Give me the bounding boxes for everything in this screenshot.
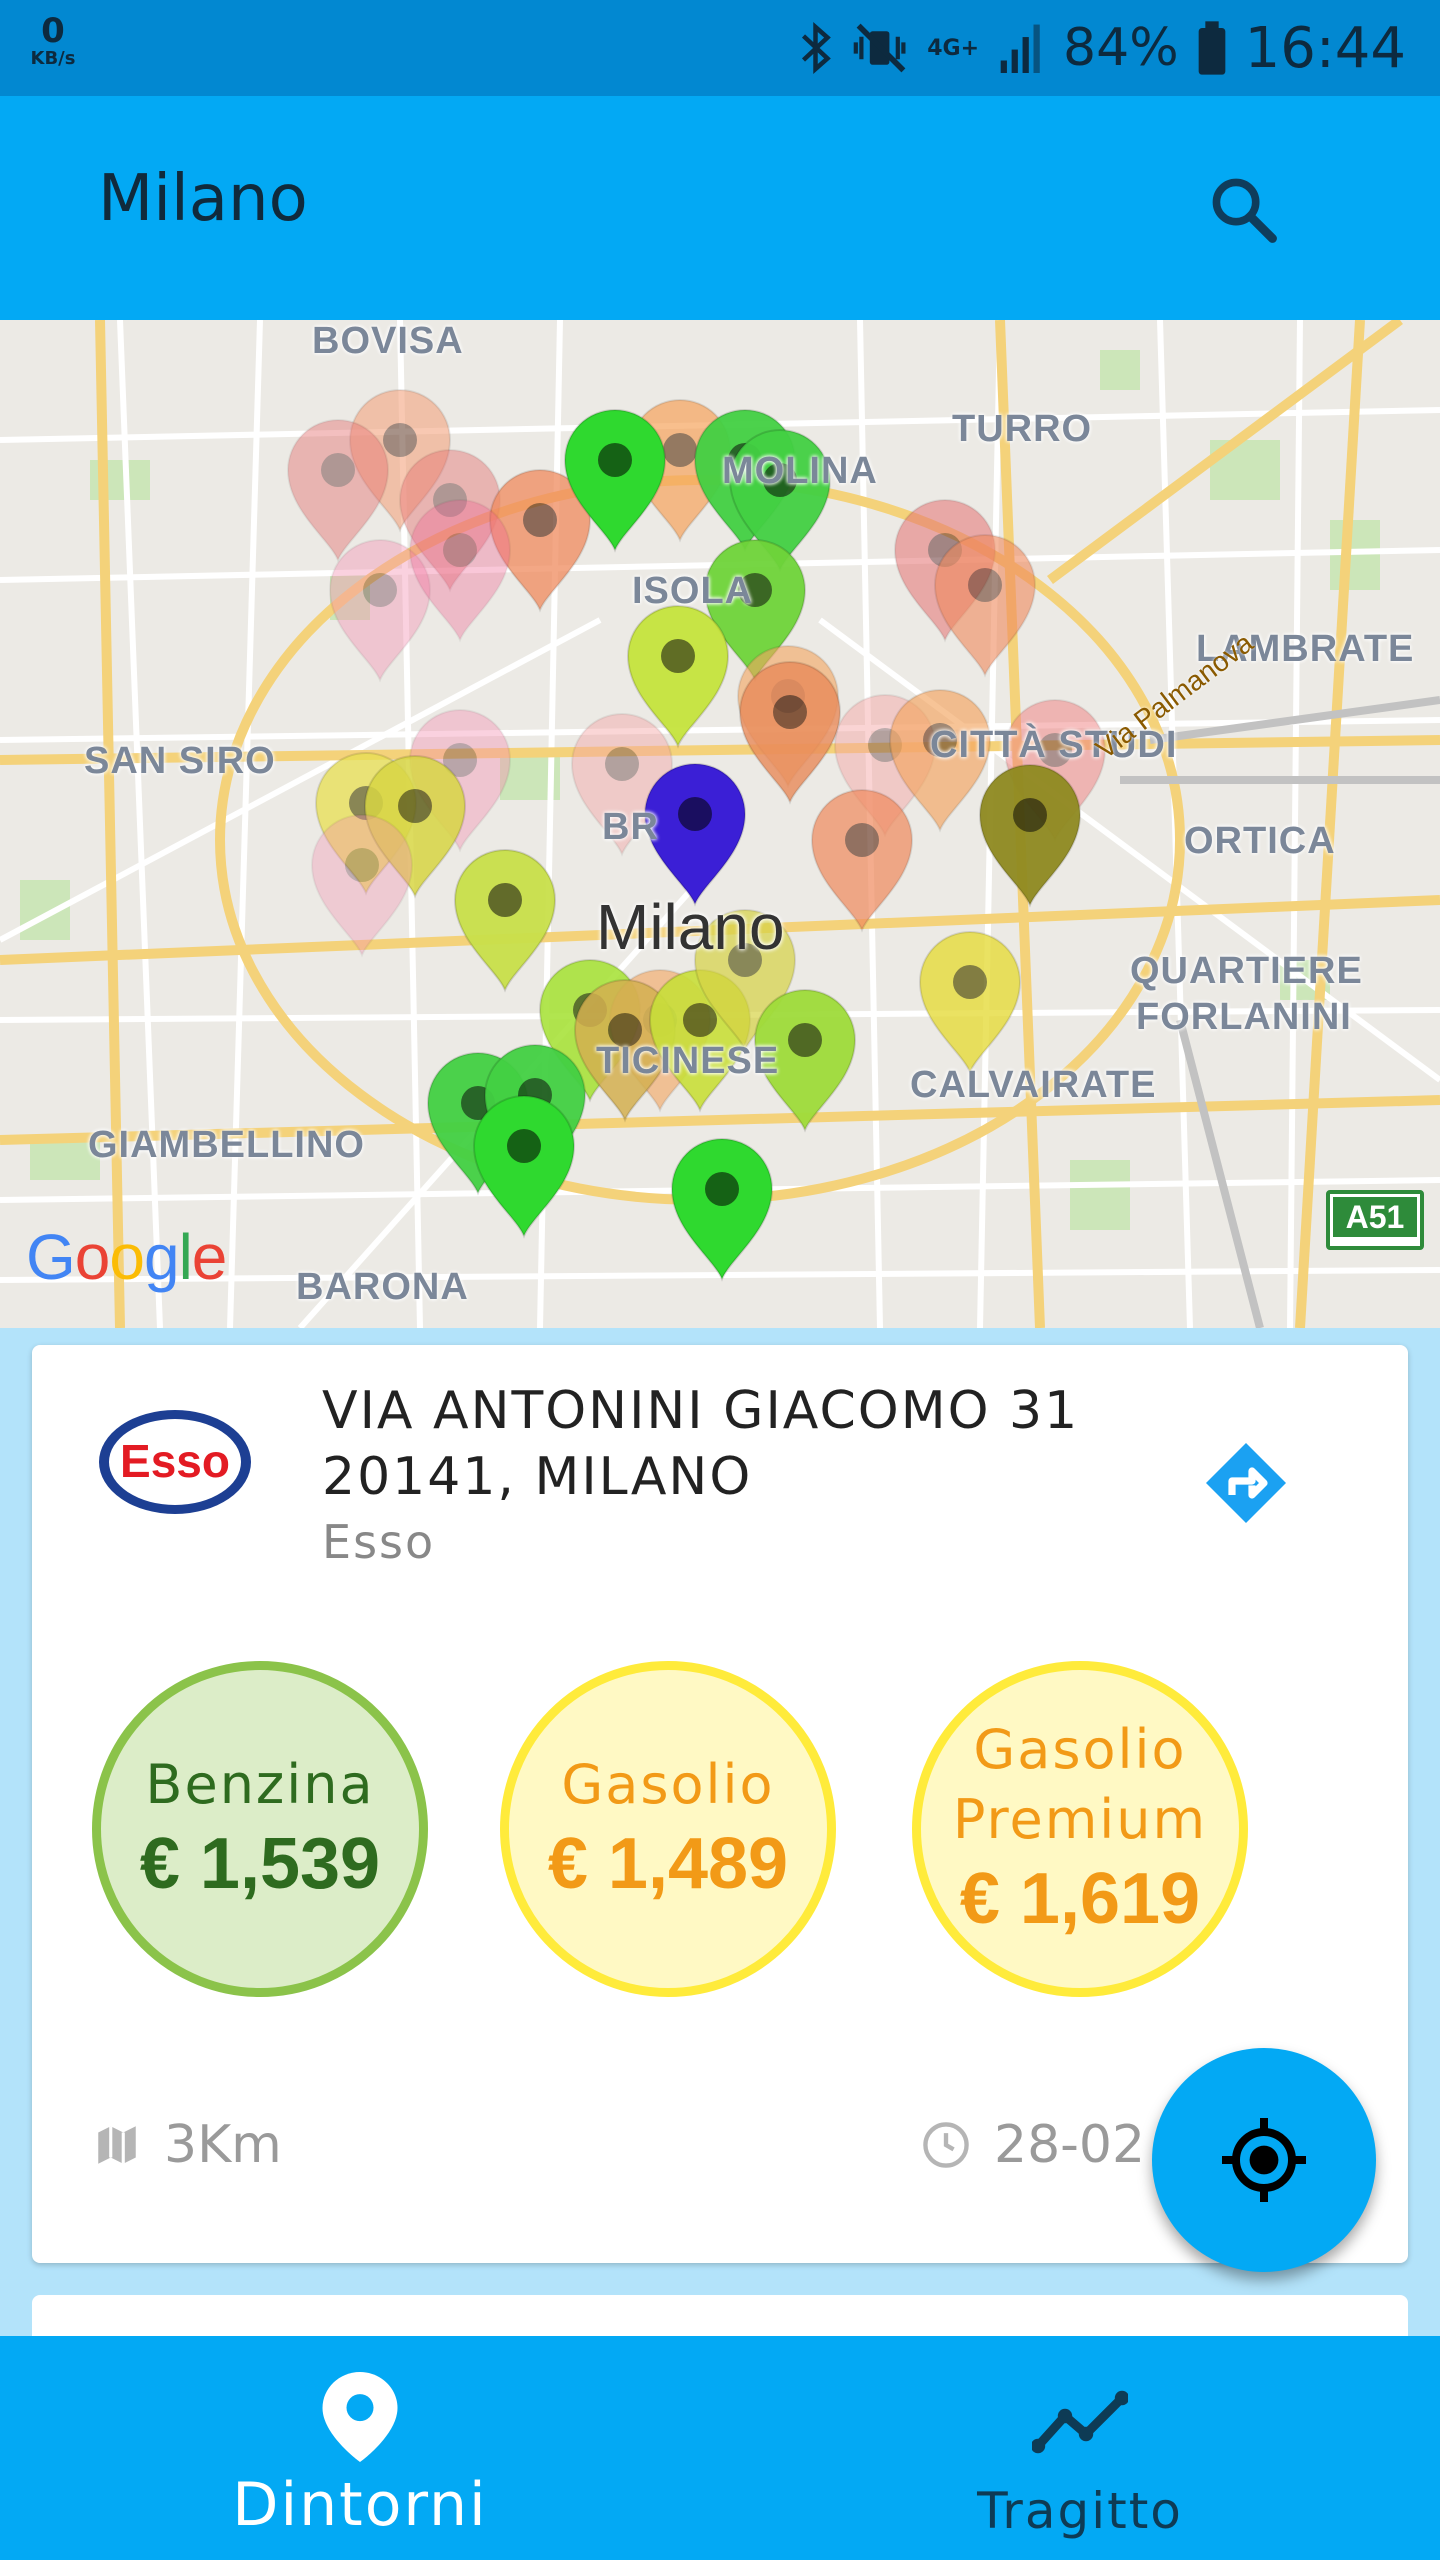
my-location-button[interactable] (1152, 2048, 1376, 2272)
esso-logo-text: Esso (120, 1435, 230, 1487)
map-label-quartiere: QUARTIERE (1130, 950, 1363, 992)
fuel-price: € 1,619 (959, 1859, 1201, 1939)
map-icon (98, 2126, 136, 2164)
fuel-label: Gasolio (561, 1753, 775, 1816)
map-label-bovisa: BOVISA (312, 320, 464, 362)
station-brand: Esso (322, 1515, 436, 1569)
google-logo: Google (26, 1221, 227, 1293)
map-label-turro: TURRO (952, 408, 1093, 450)
map-label-forlanini: FORLANINI (1136, 996, 1352, 1038)
network-speed-unit: KB/s (30, 48, 76, 69)
price-benzina: Benzina € 1,539 (92, 1661, 428, 1997)
clock: 16:44 (1244, 15, 1406, 81)
station-update-date: 28-02 (920, 2115, 1145, 2175)
tab-tragitto[interactable]: Tragitto (720, 2336, 1440, 2560)
map-label-ortica: ORTICA (1184, 820, 1336, 862)
network-speed-value: 0 (41, 11, 65, 51)
price-gasolio: Gasolio € 1,489 (500, 1661, 836, 1997)
station-address-line2: 20141, MILANO (322, 1447, 753, 1507)
esso-logo: Esso (99, 1410, 251, 1514)
map-label-san-siro: SAN SIRO (84, 740, 276, 782)
tab-label: Dintorni (232, 2470, 488, 2540)
station-address-line1: VIA ANTONINI GIACOMO 31 (322, 1381, 1080, 1441)
trend-line-icon (1032, 2390, 1128, 2454)
map-view[interactable]: BOVISA TURRO ISOLA MOLINA LAMBRATE SAN S… (0, 320, 1440, 1328)
location-pin-icon (322, 2372, 398, 2462)
crosshair-icon (1222, 2118, 1306, 2202)
map-label-ticinese: TICINESE (596, 1040, 780, 1082)
map-label-isola: ISOLA (632, 570, 754, 612)
map-label-calvairate: CALVAIRATE (910, 1064, 1157, 1106)
station-distance: 3Km (92, 2115, 282, 2175)
battery-percent: 84% (1063, 18, 1179, 78)
distance-value: 3Km (164, 2115, 282, 2175)
bluetooth-icon (799, 22, 835, 74)
fuel-label: Benzina (145, 1753, 375, 1816)
map-city-label: Milano (596, 891, 785, 963)
app-bar: Milano (0, 96, 1440, 320)
search-icon (1212, 178, 1277, 243)
date-value: 28-02 (994, 2115, 1146, 2175)
directions-button[interactable] (1198, 1435, 1294, 1531)
tab-label: Tragitto (977, 2482, 1183, 2540)
map-label-barona: BARONA (296, 1266, 469, 1308)
map-label-molina: MOLINA (722, 450, 878, 492)
page-title: Milano (98, 162, 308, 236)
battery-icon (1197, 21, 1227, 75)
network-type: 4G+ (927, 35, 980, 61)
map-label-br: BR (602, 806, 659, 848)
bottom-navigation: Dintorni Tragitto (0, 2336, 1440, 2560)
directions-icon (1206, 1443, 1286, 1523)
fuel-price: € 1,489 (547, 1824, 789, 1904)
status-indicators: 4G+ 84% 16:44 (799, 15, 1406, 81)
fuel-price: € 1,539 (139, 1824, 381, 1904)
highway-badge-label: A51 (1333, 1197, 1417, 1237)
signal-icon (997, 23, 1045, 73)
network-speed: 0 KB/s (22, 14, 84, 68)
fuel-label: Gasolio Premium (952, 1718, 1208, 1851)
tab-dintorni[interactable]: Dintorni (0, 2336, 720, 2560)
highway-badge: A51 (1326, 1190, 1424, 1250)
vibrate-mute-icon (853, 22, 909, 74)
price-gasolio-premium: Gasolio Premium € 1,619 (912, 1661, 1248, 1997)
map-label-giambellino: GIAMBELLINO (88, 1124, 365, 1166)
clock-icon (923, 2122, 969, 2168)
search-button[interactable] (1196, 162, 1292, 258)
status-bar: 0 KB/s 4G+ 84% 16:44 (0, 0, 1440, 96)
